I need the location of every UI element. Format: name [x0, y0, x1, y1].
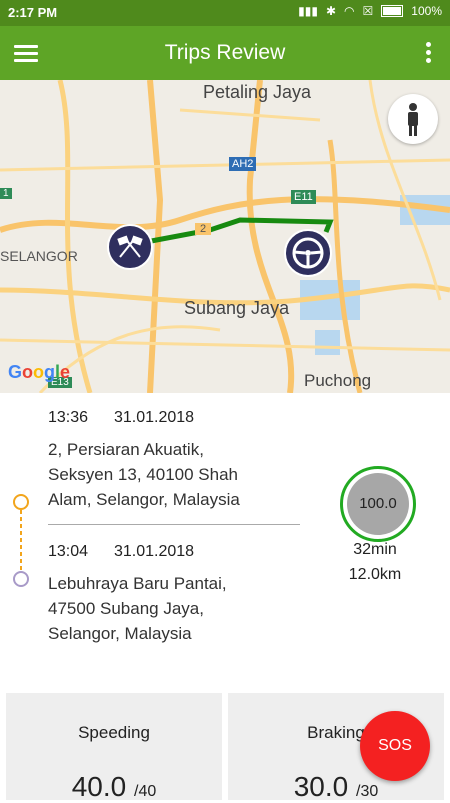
trip-distance: 12.0km — [348, 566, 402, 583]
trip-score-value: 100.0 — [347, 473, 409, 535]
bluetooth-icon: ✱ — [325, 4, 337, 18]
sim-icon: ☒ — [362, 4, 374, 18]
sos-button[interactable]: SOS — [360, 711, 430, 781]
start-time: 13:04 — [48, 543, 89, 560]
status-time: 2:17 PM — [8, 5, 58, 20]
finish-flags-marker-icon[interactable] — [106, 223, 154, 271]
status-bar: 2:17 PM ▮▮▮ ✱ ◠ ☒ 100% — [0, 0, 450, 26]
speeding-card[interactable]: Speeding 40.0 /40 — [6, 693, 222, 802]
map-label-petaling-jaya: Petaling Jaya — [203, 82, 312, 102]
end-address: 2, Persiaran Akuatik, Seksyen 13, 40100 … — [48, 440, 240, 509]
start-address: Lebuhraya Baru Pantai, 47500 Subang Jaya… — [48, 574, 227, 643]
map-shield-ah2: AH2 — [229, 157, 257, 171]
map-shield-2: 2 — [195, 223, 212, 235]
signal-bars-icon: ▮▮▮ — [298, 4, 318, 18]
battery-percent: 100% — [411, 4, 442, 18]
map-roads — [0, 80, 450, 393]
more-options-icon[interactable] — [418, 40, 438, 66]
trip-map[interactable]: Petaling Jaya Subang Jaya Puchong SELANG… — [0, 80, 450, 393]
map-shield-1: 1 — [0, 188, 12, 199]
steering-wheel-marker-icon[interactable] — [283, 228, 333, 278]
trip-score-badge: 100.0 — [340, 466, 416, 542]
end-date: 31.01.2018 — [114, 409, 195, 426]
battery-icon — [381, 5, 404, 17]
end-time: 13:36 — [48, 409, 89, 426]
map-shield-e11: E11 — [291, 190, 316, 204]
map-label-selangor: SELANGOR — [0, 248, 78, 264]
map-label-subang-jaya: Subang Jaya — [184, 298, 290, 318]
trip-duration: 32min — [353, 541, 397, 558]
address-divider — [48, 524, 300, 525]
google-logo: Google — [8, 362, 71, 382]
page-title: Trips Review — [164, 41, 286, 64]
street-view-button[interactable] — [388, 94, 438, 144]
start-date: 31.01.2018 — [114, 543, 195, 560]
status-icons: ▮▮▮ ✱ ◠ ☒ 100% — [298, 4, 442, 18]
route-timeline-icon — [13, 494, 29, 587]
map-label-puchong: Puchong — [304, 371, 372, 390]
pegman-icon — [408, 103, 418, 136]
speeding-score: 40.0 /40 — [71, 771, 157, 802]
wifi-icon: ◠ — [344, 4, 355, 18]
speeding-label: Speeding — [78, 723, 150, 742]
app-bar: Trips Review — [0, 26, 450, 80]
